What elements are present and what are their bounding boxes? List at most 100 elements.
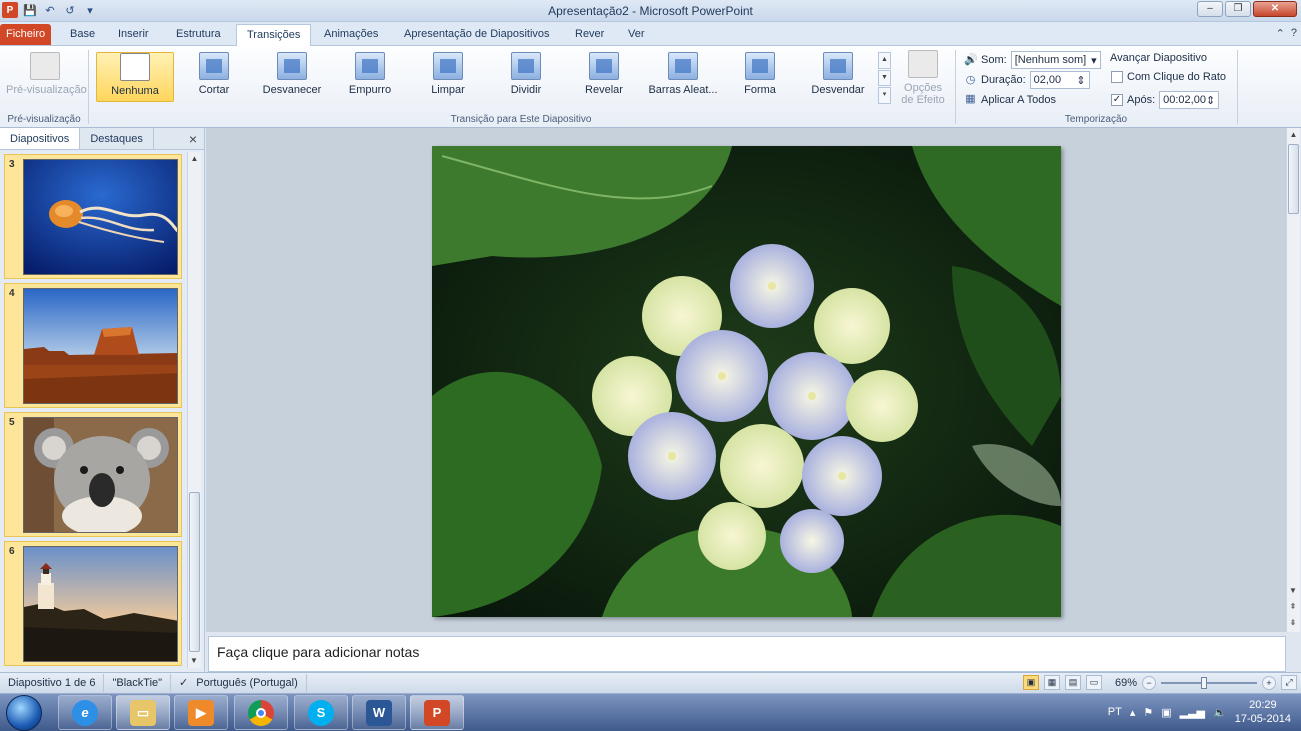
- preview-button[interactable]: Pré-visualização: [6, 52, 87, 102]
- tab-ver[interactable]: Ver: [618, 24, 655, 45]
- powerpoint-icon: P: [424, 699, 450, 726]
- tab-inserir[interactable]: Inserir: [108, 24, 159, 45]
- zoom-slider[interactable]: [1161, 676, 1257, 689]
- gallery-up-icon[interactable]: ▲: [878, 52, 891, 69]
- tab-base[interactable]: Base: [60, 24, 105, 45]
- taskbar-powerpoint[interactable]: P: [410, 695, 464, 730]
- transition-cortar[interactable]: Cortar: [178, 52, 250, 102]
- close-button[interactable]: ✕: [1253, 1, 1297, 17]
- transition-none-icon: [120, 53, 150, 81]
- spinner-icon[interactable]: ⇕: [1206, 94, 1215, 107]
- slide-thumbnail-5[interactable]: 5: [4, 412, 182, 537]
- sound-select[interactable]: [Nenhum som] ▾: [1010, 51, 1101, 69]
- start-button[interactable]: [6, 695, 42, 731]
- taskbar-internet-explorer[interactable]: e: [58, 695, 112, 730]
- zoom-in-icon[interactable]: +: [1262, 675, 1276, 690]
- folder-icon: ▭: [130, 699, 156, 726]
- transition-forma[interactable]: Forma: [724, 52, 796, 102]
- after-checkbox[interactable]: ✓: [1111, 94, 1123, 106]
- lighthouse-image: [23, 546, 178, 662]
- tab-ficheiro[interactable]: Ficheiro: [0, 24, 52, 45]
- language-indicator[interactable]: Português (Portugal): [188, 674, 307, 692]
- on-click-checkbox[interactable]: [1111, 71, 1123, 83]
- tab-apresentacao[interactable]: Apresentação de Diapositivos: [394, 24, 560, 45]
- scroll-thumb[interactable]: [1288, 144, 1299, 214]
- tab-transicoes[interactable]: Transições: [236, 24, 312, 47]
- tab-rever[interactable]: Rever: [565, 24, 614, 45]
- transition-limpar[interactable]: Limpar: [412, 52, 484, 102]
- transition-reveal-icon: [589, 52, 619, 80]
- on-click-row[interactable]: Com Clique do Rato: [1111, 71, 1226, 83]
- effect-options-button[interactable]: Opções de Efeito: [894, 50, 952, 106]
- timing-group-label: Temporização: [1064, 114, 1128, 125]
- tab-outline[interactable]: Destaques: [80, 128, 154, 149]
- tab-slides[interactable]: Diapositivos: [0, 128, 81, 149]
- network-signal-icon[interactable]: ▂▃▅: [1180, 706, 1205, 719]
- tab-estrutura[interactable]: Estrutura: [166, 24, 231, 45]
- show-hidden-icons-icon[interactable]: ▴: [1130, 706, 1136, 719]
- zoom-slider-knob[interactable]: [1201, 676, 1207, 689]
- taskbar-media-player[interactable]: ▶: [174, 695, 228, 730]
- scroll-up-icon[interactable]: ▲: [1287, 128, 1300, 142]
- slide-counter: Diapositivo 1 de 6: [0, 674, 105, 692]
- collapse-ribbon-icon[interactable]: ⌃: [1276, 27, 1285, 40]
- word-icon: W: [366, 699, 392, 726]
- normal-view-icon[interactable]: ▣: [1022, 675, 1039, 690]
- transition-desvanecer[interactable]: Desvanecer: [256, 52, 328, 102]
- koala-image: [23, 417, 178, 533]
- gallery-down-icon[interactable]: ▼: [878, 69, 891, 87]
- transition-barras-aleat[interactable]: Barras Aleat...: [644, 52, 722, 102]
- scroll-thumb[interactable]: [189, 492, 200, 652]
- canvas-scrollbar[interactable]: ▲ ▼ ⇞ ⇟: [1286, 128, 1300, 632]
- scroll-down-icon[interactable]: ▼: [1287, 584, 1299, 598]
- spinner-icon[interactable]: ⇕: [1076, 74, 1085, 87]
- notes-pane[interactable]: Faça clique para adicionar notas: [208, 636, 1286, 672]
- help-icon[interactable]: ?: [1291, 27, 1297, 40]
- close-pane-icon[interactable]: ×: [182, 128, 204, 149]
- current-slide[interactable]: [432, 146, 1061, 617]
- scroll-up-icon[interactable]: ▲: [188, 152, 201, 166]
- restore-button[interactable]: ❐: [1225, 1, 1251, 17]
- slides-pane-scrollbar[interactable]: ▲ ▼: [187, 152, 201, 668]
- tab-animacoes[interactable]: Animações: [314, 24, 388, 45]
- after-stepper[interactable]: 00:02,00 ⇕: [1159, 91, 1220, 109]
- slide-thumbnail-3[interactable]: 3: [4, 154, 182, 279]
- slide-sorter-icon[interactable]: ▦: [1043, 675, 1060, 690]
- preview-group-label: Pré-visualização: [7, 114, 81, 125]
- transition-desvendar[interactable]: Desvendar: [802, 52, 874, 102]
- device-icon[interactable]: ▣: [1161, 706, 1171, 719]
- taskbar-word[interactable]: W: [352, 695, 406, 730]
- previous-slide-icon[interactable]: ⇞: [1287, 600, 1299, 614]
- transition-shape-icon: [745, 52, 775, 80]
- apply-all-button[interactable]: ▦ Aplicar A Todos: [964, 93, 1056, 106]
- zoom-out-icon[interactable]: −: [1142, 675, 1156, 690]
- next-slide-icon[interactable]: ⇟: [1287, 616, 1299, 630]
- transition-empurro[interactable]: Empurro: [334, 52, 406, 102]
- taskbar-explorer[interactable]: ▭: [116, 695, 170, 730]
- slide-thumbnail-6[interactable]: 6: [4, 541, 182, 666]
- slide-number: 6: [9, 546, 15, 557]
- after-row: ✓ Após: 00:02,00 ⇕: [1111, 91, 1220, 109]
- ribbon-transitions: Pré-visualização Pré-visualização Nenhum…: [0, 46, 1301, 128]
- transition-nenhuma[interactable]: Nenhuma: [96, 52, 174, 102]
- scroll-down-icon[interactable]: ▼: [188, 654, 200, 668]
- slide-number: 4: [9, 288, 15, 299]
- spellcheck-icon[interactable]: ✓: [171, 674, 188, 692]
- duration-stepper[interactable]: 02,00 ⇕: [1029, 71, 1090, 89]
- gallery-more-icon[interactable]: ▾: [878, 87, 891, 105]
- transition-revelar[interactable]: Revelar: [568, 52, 640, 102]
- taskbar-skype[interactable]: S: [294, 695, 348, 730]
- chevron-down-icon: ▾: [1091, 54, 1097, 67]
- action-center-flag-icon[interactable]: ⚑: [1143, 706, 1153, 719]
- fit-to-window-icon[interactable]: ⤢: [1281, 675, 1297, 690]
- input-language[interactable]: PT: [1108, 706, 1122, 718]
- transition-dividir[interactable]: Dividir: [490, 52, 562, 102]
- volume-icon[interactable]: 🔈: [1213, 706, 1227, 719]
- zoom-level[interactable]: 69%: [1115, 677, 1137, 689]
- clock[interactable]: 20:29 17-05-2014: [1235, 698, 1291, 726]
- slideshow-icon[interactable]: ▭: [1085, 675, 1102, 690]
- taskbar-chrome[interactable]: [234, 695, 288, 730]
- minimize-button[interactable]: –: [1197, 1, 1223, 17]
- reading-view-icon[interactable]: ▤: [1064, 675, 1081, 690]
- slide-thumbnail-4[interactable]: 4: [4, 283, 182, 408]
